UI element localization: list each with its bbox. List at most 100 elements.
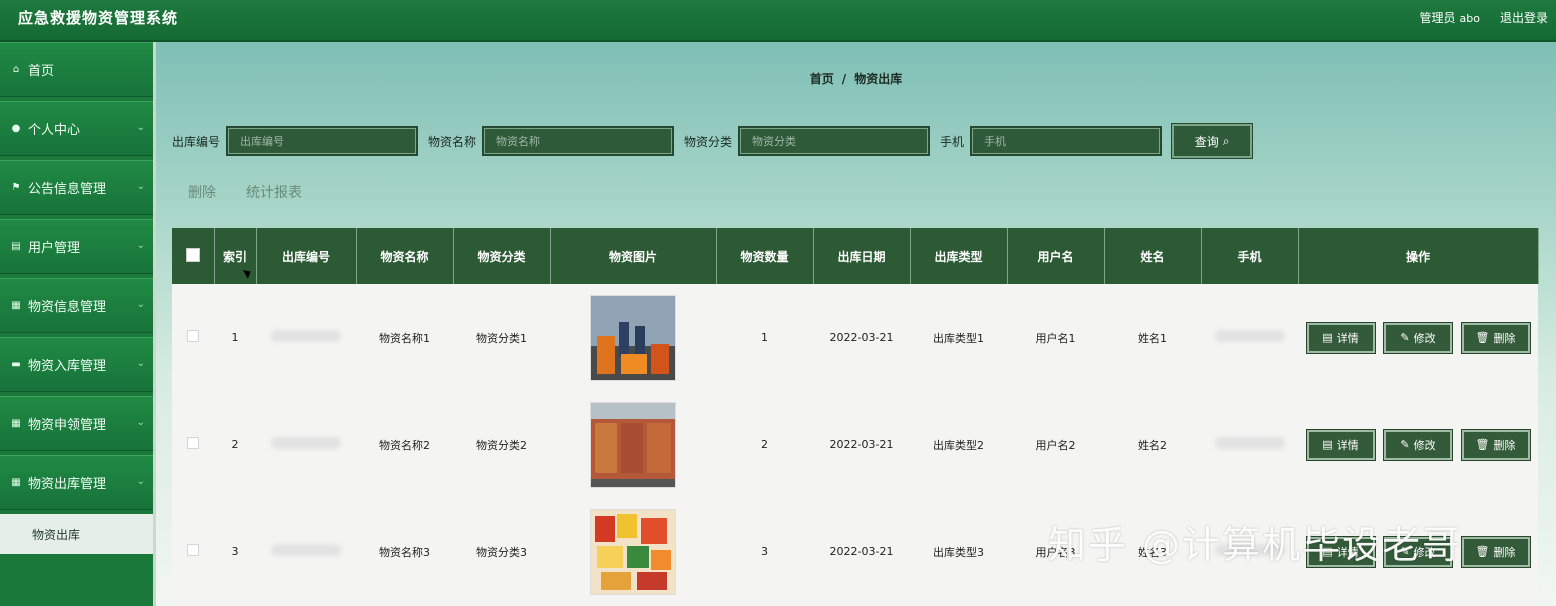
material-image[interactable] (590, 294, 676, 381)
trash-icon: 🗑 (1475, 331, 1490, 344)
document-icon: ▤ (1322, 331, 1333, 344)
grid-icon: ▦ (11, 300, 21, 311)
top-header: 应急救援物资管理系统 管理员 abo 退出登录 (0, 0, 1556, 42)
detail-button[interactable]: ▤ 详情 (1305, 321, 1376, 354)
cell-index: 1 (231, 331, 239, 344)
table-row: 2 物资名称2 物资分类2 2 2022-03-21 出库类型2 用户名2 姓名… (172, 391, 1538, 498)
user-role-label: 管理员 (1419, 11, 1456, 25)
sidebar-item-label: 个人中心 (28, 123, 81, 138)
detail-button-label: 详情 (1336, 331, 1359, 345)
submenu-item-material-outbound[interactable]: 物资出库 (0, 514, 153, 554)
material-name-input[interactable] (482, 126, 675, 156)
cell-index: 3 (231, 545, 239, 558)
cell-quantity: 1 (761, 331, 768, 344)
row-checkbox[interactable] (187, 330, 199, 342)
detail-button[interactable]: ▤ 详情 (1305, 428, 1376, 461)
sidebar-item-notice-management[interactable]: ⚑ 公告信息管理 ⌄ (0, 160, 153, 215)
phone-label: 手机 (940, 134, 965, 149)
edit-button[interactable]: ✎ 修改 (1383, 321, 1453, 354)
redacted-value (271, 330, 341, 342)
sidebar-item-material-inbound[interactable]: ▬ 物资入库管理 ⌄ (0, 337, 153, 392)
table-header-row: 索引 出库编号 物资名称 物资分类 物资图片 物资数量 出库日期 出库类型 用户… (172, 228, 1539, 284)
sidebar-item-label: 首页 (28, 64, 55, 79)
cell-username: 用户名1 (1035, 331, 1076, 345)
trash-icon: 🗑 (1475, 545, 1490, 558)
home-icon: ⌂ (12, 64, 20, 75)
cell-material-name: 物资名称2 (379, 438, 430, 452)
col-material-category: 物资分类 (453, 228, 551, 284)
chat-icon: ▬ (11, 359, 21, 370)
pencil-icon: ✎ (1400, 331, 1410, 344)
sidebar-item-material-outbound[interactable]: ▦ 物资出库管理 ⌄ (0, 455, 153, 510)
cell-quantity: 2 (761, 438, 768, 451)
sidebar-item-label: 用户管理 (28, 241, 81, 256)
grid-icon: ▦ (11, 477, 21, 488)
table-row: 1 物资名称1 物资分类1 1 2022-03-21 出库类型1 用户名1 姓名… (172, 284, 1538, 391)
select-all-checkbox[interactable] (185, 247, 200, 262)
edit-button[interactable]: ✎ 修改 (1383, 428, 1453, 461)
breadcrumb: 首页 / 物资出库 (156, 70, 1556, 87)
cell-username: 用户名2 (1035, 438, 1076, 452)
flag-icon: ⚑ (11, 182, 21, 193)
chevron-down-icon: ⌄ (136, 417, 145, 428)
sidebar-item-user-management[interactable]: ▤ 用户管理 ⌄ (0, 219, 153, 274)
cell-phone (1201, 284, 1298, 391)
material-image[interactable] (590, 508, 676, 595)
material-image[interactable] (590, 401, 676, 488)
grid-icon: ▦ (11, 418, 21, 429)
cell-material-category: 物资分类3 (476, 545, 527, 559)
cell-outbound-type: 出库类型2 (933, 438, 984, 452)
sidebar-item-material-application[interactable]: ▦ 物资申领管理 ⌄ (0, 396, 153, 451)
col-material-image: 物资图片 (550, 228, 717, 284)
breadcrumb-home[interactable]: 首页 (810, 72, 834, 86)
col-outbound-no: 出库编号 (256, 228, 357, 284)
cell-outbound-no (256, 391, 356, 498)
outbound-no-input[interactable] (226, 126, 419, 156)
logout-link[interactable]: 退出登录 (1500, 9, 1548, 26)
delete-button[interactable]: 🗑 删除 (1460, 428, 1531, 461)
list-icon: ▤ (11, 241, 21, 252)
row-checkbox[interactable] (187, 544, 199, 556)
search-button[interactable]: 查询 ⌕ (1171, 123, 1254, 159)
cell-material-image (550, 391, 716, 498)
cell-material-image (550, 284, 716, 391)
outbound-no-label: 出库编号 (172, 134, 221, 149)
sidebar-item-material-info[interactable]: ▦ 物资信息管理 ⌄ (0, 278, 153, 333)
chevron-down-icon: ⌄ (136, 358, 145, 369)
cell-outbound-type: 出库类型3 (933, 545, 984, 559)
cell-operations: ▤ 详情 ✎ 修改 🗑 删除 (1298, 391, 1538, 498)
phone-input[interactable] (970, 126, 1163, 156)
cell-quantity: 3 (761, 545, 768, 558)
sidebar-item-home[interactable]: ⌂ 首页 (0, 42, 153, 97)
sidebar-item-personal-center[interactable]: ● 个人中心 ⌄ (0, 101, 153, 156)
cell-operations: ▤ 详情 ✎ 修改 🗑 删除 (1298, 284, 1538, 391)
col-outbound-type: 出库类型 (910, 228, 1008, 284)
chevron-down-icon: ⌄ (136, 476, 145, 487)
search-button-label: 查询 (1194, 134, 1219, 149)
delete-button[interactable]: 🗑 删除 (1460, 535, 1531, 568)
sidebar-item-label: 公告信息管理 (28, 182, 107, 197)
chevron-down-icon: ⌄ (136, 181, 145, 192)
cell-outbound-no (256, 498, 356, 605)
statistics-report-button[interactable]: 统计报表 (246, 182, 302, 202)
col-operations: 操作 (1298, 228, 1539, 284)
edit-button-label: 修改 (1413, 331, 1436, 345)
col-material-name: 物资名称 (356, 228, 454, 284)
col-phone: 手机 (1201, 228, 1299, 284)
header-user-area: 管理员 abo 退出登录 (1420, 9, 1548, 26)
material-category-input[interactable] (738, 126, 931, 156)
cell-material-category: 物资分类1 (476, 331, 527, 345)
row-checkbox[interactable] (187, 437, 199, 449)
user-icon: ● (11, 123, 21, 134)
cell-outbound-date: 2022-03-21 (829, 545, 894, 558)
batch-delete-button[interactable]: 删除 (188, 182, 216, 202)
col-quantity: 物资数量 (716, 228, 814, 284)
cell-material-name: 物资名称1 (379, 331, 430, 345)
pencil-icon: ✎ (1400, 438, 1410, 451)
chevron-down-icon: ⌄ (136, 240, 145, 251)
delete-button[interactable]: 🗑 删除 (1460, 321, 1531, 354)
chevron-down-icon: ⌄ (136, 299, 145, 310)
cell-outbound-no (256, 284, 356, 391)
edit-button-label: 修改 (1413, 438, 1436, 452)
redacted-value (1214, 437, 1285, 449)
